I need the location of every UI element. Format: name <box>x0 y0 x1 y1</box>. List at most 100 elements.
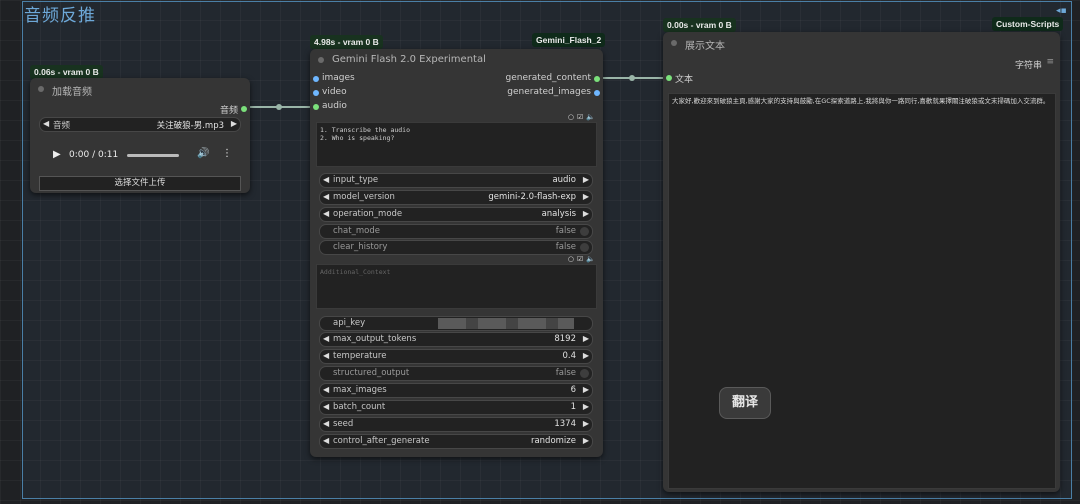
widget-label: clear_history <box>333 242 388 252</box>
seed-field[interactable]: ◀ seed 1374 ▶ <box>319 417 593 432</box>
structured-output-toggle[interactable]: structured_output false <box>319 366 593 381</box>
arrow-left-icon[interactable]: ◀ <box>323 419 329 428</box>
group-collapse-icon[interactable]: ◂▪ <box>1056 6 1067 16</box>
output-label-audio: 音频 <box>219 106 238 116</box>
input-port-text[interactable] <box>666 75 672 81</box>
timing-badge: 0.06s - vram 0 B <box>30 65 103 79</box>
arrow-right-icon[interactable]: ▶ <box>583 385 589 394</box>
group-title: 音频反推 <box>24 6 96 26</box>
checkbox-icon[interactable]: ☑ <box>577 255 583 263</box>
node-title: 展示文本 <box>685 41 725 52</box>
arrow-left-icon[interactable]: ◀ <box>323 209 329 218</box>
widget-label: api_key <box>333 318 366 328</box>
control-after-generate-select[interactable]: ◀ control_after_generate randomize ▶ <box>319 434 593 449</box>
output-port-generated-content[interactable] <box>594 76 600 82</box>
wire-reroute-dot[interactable] <box>276 104 282 110</box>
arrow-left-icon[interactable]: ◀ <box>323 385 329 394</box>
arrow-left-icon[interactable]: ◀ <box>323 192 329 201</box>
toggle-knob[interactable] <box>580 243 589 252</box>
widget-value: 1 <box>570 402 576 412</box>
more-options-icon[interactable]: ⋮ <box>222 148 232 159</box>
prompt-toolbar: ○ ☑ 🔈 <box>565 113 595 121</box>
output-label-generated-images: generated_images <box>507 87 591 97</box>
volume-icon[interactable]: 🔊 <box>197 148 209 159</box>
player-seek-bar[interactable] <box>127 154 179 157</box>
temperature-field[interactable]: ◀ temperature 0.4 ▶ <box>319 349 593 364</box>
node-header[interactable]: Gemini Flash 2.0 Experimental <box>310 49 603 71</box>
widget-value: 0.4 <box>562 351 576 361</box>
widget-value: 1374 <box>554 419 576 429</box>
load-audio-node[interactable]: 加载音频 音频 ◀ 音频 关注破狼-男.mp3 ▶ ▶ 0:00 / 0:11 … <box>30 78 250 193</box>
widget-label: model_version <box>333 192 395 202</box>
input-port-audio[interactable] <box>313 104 319 110</box>
toggle-knob[interactable] <box>580 369 589 378</box>
widget-value: false <box>555 226 576 236</box>
circle-icon[interactable]: ○ <box>568 113 574 121</box>
text-output-content: 大家好,歡迎來到破狼主頁,感謝大家的支持與鼓勵,在GC探索道路上,我將與你一路同… <box>672 97 1050 105</box>
widget-label: control_after_generate <box>333 436 430 446</box>
arrow-right-icon[interactable]: ▶ <box>583 334 589 343</box>
input-port-video[interactable] <box>313 90 319 96</box>
checkbox-icon[interactable]: ☑ <box>577 113 583 121</box>
node-header[interactable]: 加载音频 <box>30 78 250 100</box>
arrow-right-icon[interactable]: ▶ <box>583 351 589 360</box>
arrow-left-icon[interactable]: ◀ <box>43 119 49 128</box>
arrow-right-icon[interactable]: ▶ <box>583 175 589 184</box>
arrow-left-icon[interactable]: ◀ <box>323 402 329 411</box>
widget-label: chat_mode <box>333 226 380 236</box>
collapse-dot-icon[interactable] <box>318 57 324 63</box>
speaker-icon[interactable]: 🔈 <box>586 113 595 121</box>
node-title: Gemini Flash 2.0 Experimental <box>332 54 486 65</box>
input-type-select[interactable]: ◀ input_type audio ▶ <box>319 173 593 188</box>
upload-file-button[interactable]: 选择文件上传 <box>39 176 241 191</box>
widget-label: seed <box>333 419 354 429</box>
audio-player[interactable]: ▶ 0:00 / 0:11 🔊 ⋮ <box>39 138 239 172</box>
prompt-textarea[interactable]: 1. Transcribe the audio 2. Who is speaki… <box>316 122 597 167</box>
audio-file-select[interactable]: ◀ 音频 关注破狼-男.mp3 ▶ <box>39 117 241 132</box>
input-port-images[interactable] <box>313 76 319 82</box>
operation-mode-select[interactable]: ◀ operation_mode analysis ▶ <box>319 207 593 222</box>
arrow-right-icon[interactable]: ▶ <box>583 402 589 411</box>
speaker-icon[interactable]: 🔈 <box>586 255 595 263</box>
widget-value: analysis <box>541 209 576 219</box>
timing-badge: 0.00s - vram 0 B <box>663 18 736 32</box>
arrow-right-icon[interactable]: ▶ <box>583 419 589 428</box>
arrow-right-icon[interactable]: ▶ <box>583 436 589 445</box>
player-time: 0:00 / 0:11 <box>69 150 119 160</box>
arrow-right-icon[interactable]: ▶ <box>583 209 589 218</box>
widget-value: false <box>555 368 576 378</box>
widget-value: 关注破狼-男.mp3 <box>156 121 224 131</box>
widget-label: input_type <box>333 175 379 185</box>
wire-reroute-dot[interactable] <box>629 75 635 81</box>
arrow-left-icon[interactable]: ◀ <box>323 334 329 343</box>
additional-context-textarea[interactable]: Additional_Context <box>316 264 597 309</box>
model-version-select[interactable]: ◀ model_version gemini-2.0-flash-exp ▶ <box>319 190 593 205</box>
arrow-right-icon[interactable]: ▶ <box>583 192 589 201</box>
toggle-knob[interactable] <box>580 227 589 236</box>
chat-mode-toggle[interactable]: chat_mode false <box>319 224 593 239</box>
translate-button[interactable]: 翻译 <box>719 387 771 419</box>
show-text-node[interactable]: 展示文本 字符串 ≡ 文本 大家好,歡迎來到破狼主頁,感謝大家的支持與鼓勵,在G… <box>663 32 1060 492</box>
play-icon[interactable]: ▶ <box>53 149 61 160</box>
max-images-field[interactable]: ◀ max_images 6 ▶ <box>319 383 593 398</box>
node-header[interactable]: 展示文本 <box>663 32 1060 54</box>
widget-label: batch_count <box>333 402 386 412</box>
circle-icon[interactable]: ○ <box>568 255 574 263</box>
menu-icon[interactable]: ≡ <box>1046 57 1054 67</box>
arrow-right-icon[interactable]: ▶ <box>231 119 237 128</box>
api-key-field[interactable]: api_key <box>319 316 593 331</box>
gemini-flash-node[interactable]: Gemini Flash 2.0 Experimental images vid… <box>310 49 603 457</box>
output-label-generated-content: generated_content <box>505 73 591 83</box>
output-port-generated-images[interactable] <box>594 90 600 96</box>
collapse-dot-icon[interactable] <box>38 86 44 92</box>
arrow-left-icon[interactable]: ◀ <box>323 351 329 360</box>
clear-history-toggle[interactable]: clear_history false <box>319 240 593 255</box>
arrow-left-icon[interactable]: ◀ <box>323 175 329 184</box>
max-output-tokens-field[interactable]: ◀ max_output_tokens 8192 ▶ <box>319 332 593 347</box>
output-port-audio[interactable] <box>241 106 247 112</box>
batch-count-field[interactable]: ◀ batch_count 1 ▶ <box>319 400 593 415</box>
arrow-left-icon[interactable]: ◀ <box>323 436 329 445</box>
text-output-area[interactable]: 大家好,歡迎來到破狼主頁,感謝大家的支持與鼓勵,在GC探索道路上,我將與你一路同… <box>668 93 1056 489</box>
collapse-dot-icon[interactable] <box>671 40 677 46</box>
widget-value: 8192 <box>554 334 576 344</box>
